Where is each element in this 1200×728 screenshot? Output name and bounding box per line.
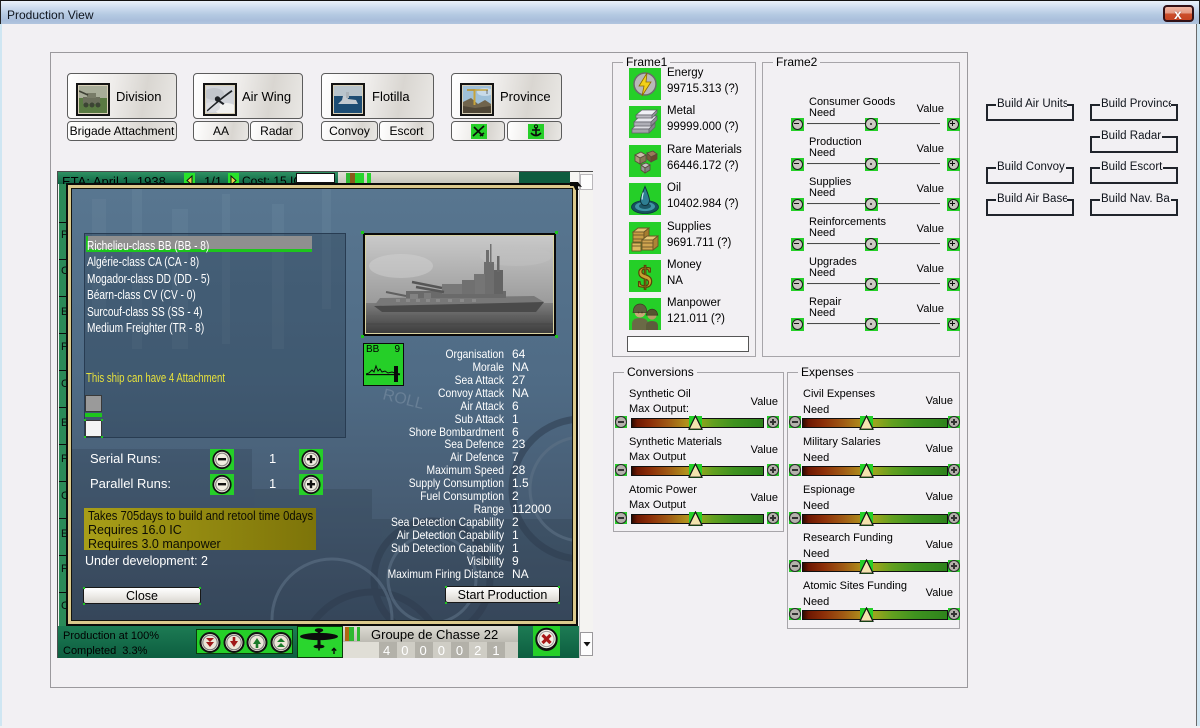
svg-text:$: $ — [638, 261, 653, 292]
